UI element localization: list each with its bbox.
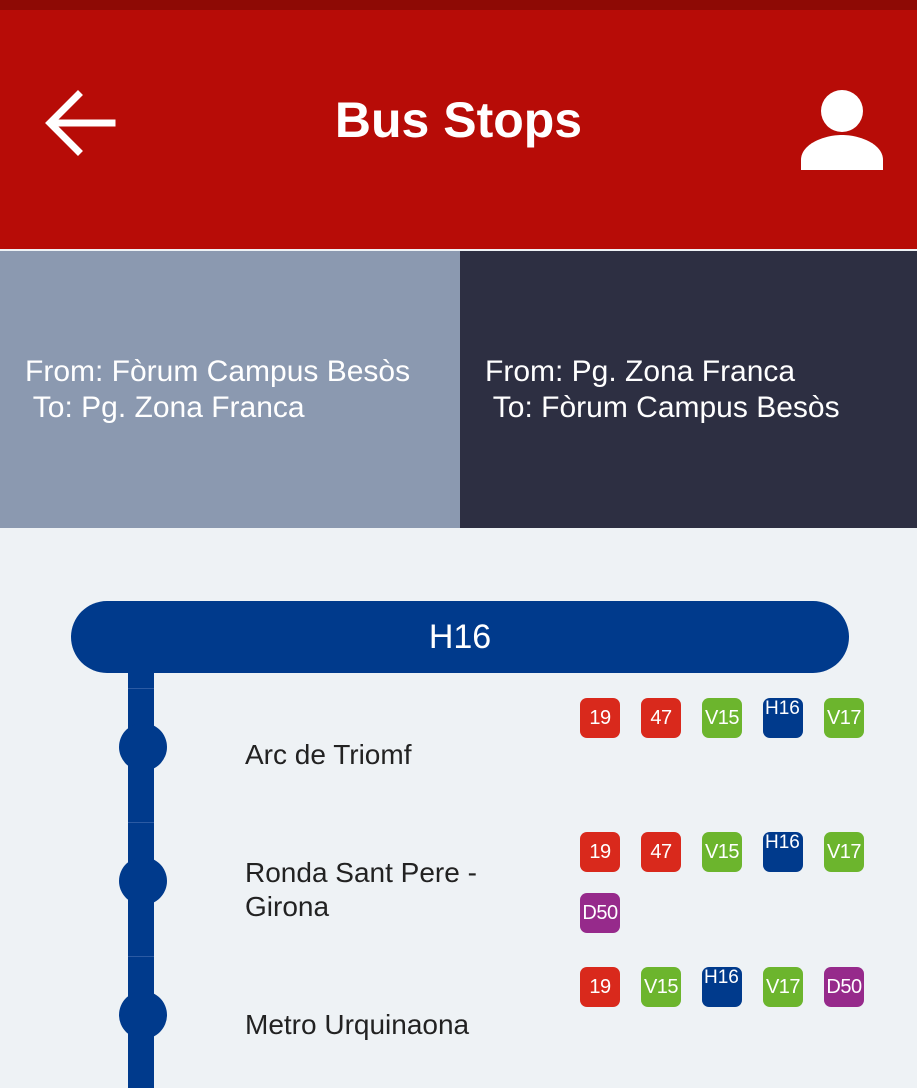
line-badges: 19 47 V15 H16 V17 D50	[580, 832, 880, 933]
line-badge[interactable]: 47	[641, 698, 681, 738]
line-badge[interactable]: V15	[641, 967, 681, 1007]
line-badge[interactable]: V15	[702, 698, 742, 738]
line-badge[interactable]: D50	[580, 893, 620, 933]
line-badge[interactable]: V17	[824, 698, 864, 738]
line-badge[interactable]: 47	[641, 832, 681, 872]
line-badges: 19 47 V15 H16 V17	[580, 698, 880, 738]
person-icon	[801, 90, 883, 170]
stop-name: Arc de Triomf	[245, 739, 412, 770]
tab-from-label: From: Fòrum Campus Besòs	[25, 354, 411, 388]
profile-button[interactable]	[792, 78, 892, 178]
line-badge[interactable]: H16	[702, 967, 742, 1007]
line-badge[interactable]: 19	[580, 698, 620, 738]
line-badge[interactable]: V15	[702, 832, 742, 872]
stop-name: Ronda Sant Pere - Girona	[245, 857, 477, 922]
line-badge[interactable]: V17	[763, 967, 803, 1007]
line-badge[interactable]: D50	[824, 967, 864, 1007]
tab-to-label: To: Fòrum Campus Besòs	[485, 390, 840, 424]
tab-direction-to-zona-franca[interactable]: From: Fòrum Campus Besòs To: Pg. Zona Fr…	[0, 251, 460, 528]
line-badges: 19 V15 H16 V17 D50	[580, 967, 880, 1007]
line-badge[interactable]: H16	[763, 698, 803, 738]
stop-name: Metro Urquinaona	[245, 1009, 470, 1040]
line-badge[interactable]: V17	[824, 832, 864, 872]
stop-row[interactable]: Metro Urquinaona 19 V15 H16 V17 D50	[0, 956, 917, 1076]
stop-marker	[119, 723, 167, 771]
tab-from-label: From: Pg. Zona Franca	[485, 354, 796, 388]
line-badge[interactable]: H16	[763, 832, 803, 872]
line-badge[interactable]: 19	[580, 967, 620, 1007]
stop-row[interactable]: Arc de Triomf 19 47 V15 H16 V17	[0, 688, 917, 822]
tab-to-label: To: Pg. Zona Franca	[25, 390, 305, 424]
stop-marker	[119, 991, 167, 1039]
tab-direction-to-forum-campus[interactable]: From: Pg. Zona Franca To: Fòrum Campus B…	[460, 251, 917, 528]
stop-row[interactable]: Ronda Sant Pere - Girona 19 47 V15 H16 V…	[0, 822, 917, 956]
route-header: H16	[71, 601, 849, 673]
status-bar	[0, 0, 917, 10]
line-badge[interactable]: 19	[580, 832, 620, 872]
page-title: Bus Stops	[334, 92, 583, 148]
stop-marker	[119, 857, 167, 905]
